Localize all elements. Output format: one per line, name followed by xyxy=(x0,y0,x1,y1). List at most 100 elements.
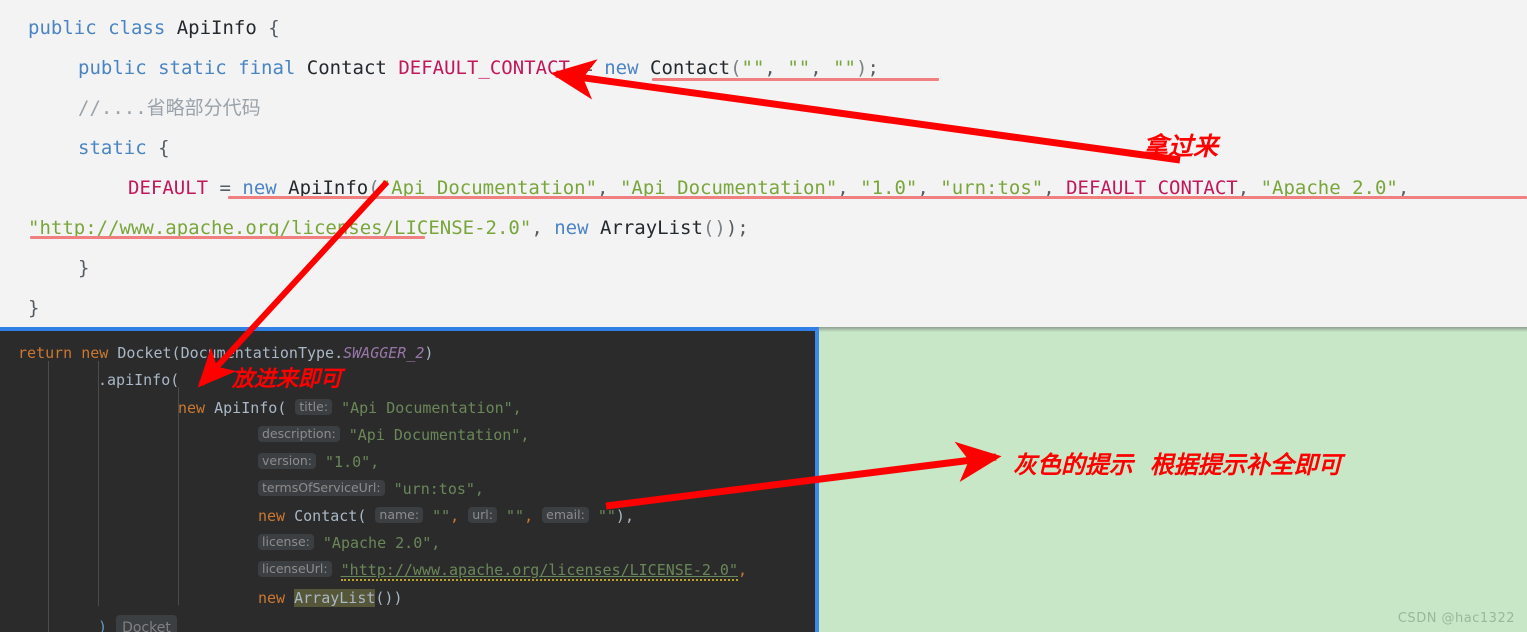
string-literal: "" xyxy=(787,57,811,79)
annotation-text-fangjinlai: 放进来即可 xyxy=(232,367,343,392)
comma: , xyxy=(810,57,834,79)
keyword-static: static xyxy=(78,137,159,159)
top-code-panel: public class ApiInfo { public static fin… xyxy=(0,0,1527,327)
type-contact: Contact xyxy=(306,57,399,79)
enum-swagger2: SWAGGER_2 xyxy=(343,344,425,362)
type-arraylist: ArrayList xyxy=(599,217,703,239)
string-literal: "" xyxy=(833,57,856,79)
code-line: //....省略部分代码 xyxy=(78,88,1527,128)
ide-line-version: version: "1.0", xyxy=(258,449,815,476)
keyword-new: new xyxy=(81,344,109,362)
paren-close-pair: ()) xyxy=(375,589,403,607)
enum-documentationtype: DocumentationType. xyxy=(180,344,344,362)
type-arraylist: ArrayList xyxy=(294,589,376,607)
ide-line-return: return new Docket(DocumentationType.SWAG… xyxy=(18,340,815,367)
param-hint-name: name: xyxy=(375,507,424,523)
string-empty-email: "" xyxy=(597,507,616,525)
semicolon: ; xyxy=(867,57,879,79)
underline-licenseurl xyxy=(30,236,425,239)
green-panel-top-shadow xyxy=(819,327,1527,332)
ide-editor-panel[interactable]: return new Docket(DocumentationType.SWAG… xyxy=(0,327,819,632)
keyword-public: public xyxy=(28,17,109,39)
paren-close: ) xyxy=(424,344,434,362)
param-hint-termsofserviceurl: termsOfServiceUrl: xyxy=(258,480,385,496)
param-hint-license: license: xyxy=(258,534,314,550)
ide-line-arraylist: new ArrayList()) xyxy=(258,585,815,612)
code-line: DEFAULT = new ApiInfo("Api Documentation… xyxy=(128,168,1527,208)
indent-guide xyxy=(98,361,99,606)
param-hint-licenseurl: licenseUrl: xyxy=(258,561,332,577)
string-literal: "" xyxy=(741,57,765,79)
return-type-tag-docket: Docket xyxy=(116,615,177,632)
code-line: public static final Contact DEFAULT_CONT… xyxy=(78,48,1527,88)
param-hint-version: version: xyxy=(258,453,316,469)
paren-open: ( xyxy=(171,344,181,362)
code-line: public class ApiInfo { xyxy=(28,8,1527,48)
keyword-new: new xyxy=(604,57,650,79)
brace: { xyxy=(158,137,170,159)
method-apiinfo: .apiInfo( xyxy=(98,371,180,389)
keyword-static: static xyxy=(158,57,239,79)
string-title: "Api Documentation", xyxy=(341,399,522,417)
brace-close: } xyxy=(28,297,40,319)
param-hint-description: description: xyxy=(258,426,340,442)
ide-line-apiinfo-call: .apiInfo( xyxy=(98,367,815,394)
comma: , xyxy=(531,217,555,239)
comment: //....省略部分代码 xyxy=(78,97,261,119)
keyword-class: class xyxy=(108,17,177,39)
const-default-contact: DEFAULT_CONTACT xyxy=(398,57,570,79)
ide-line-new-apiinfo: new ApiInfo( title: "Api Documentation", xyxy=(178,395,815,422)
param-hint-email: email: xyxy=(542,507,589,523)
keyword-new: new xyxy=(258,589,286,607)
string-empty-url: "" xyxy=(506,507,525,525)
keyword-new: new xyxy=(178,399,206,417)
ide-line-licenseurl: licenseUrl: "http://www.apache.org/licen… xyxy=(258,557,815,584)
code-line: } xyxy=(28,288,1527,327)
csdn-watermark: CSDN @hac1322 xyxy=(1397,611,1515,626)
ide-line-terms: termsOfServiceUrl: "urn:tos", xyxy=(258,476,815,503)
param-hint-title: title: xyxy=(295,399,333,415)
underline-contact-args xyxy=(652,78,939,81)
paren-close: ) xyxy=(855,57,868,79)
param-hint-url: url: xyxy=(468,507,497,523)
string-licenseurl: "http://www.apache.org/licenses/LICENSE-… xyxy=(340,561,738,581)
paren-open: ( xyxy=(730,57,742,79)
ide-line-contact: new Contact( name: "", url: "", email: "… xyxy=(258,503,815,530)
type-contact-ctor: Contact xyxy=(650,57,731,79)
paren-pair: () xyxy=(702,217,726,239)
class-name: ApiInfo xyxy=(176,17,257,39)
const-default: DEFAULT xyxy=(128,177,209,199)
type-apiinfo: ApiInfo( xyxy=(214,399,287,417)
underline-apiinfo-args xyxy=(228,196,1527,199)
indent-guide xyxy=(48,361,49,632)
code-line: "http://www.apache.org/licenses/LICENSE-… xyxy=(28,208,1527,248)
string-version: "1.0", xyxy=(325,453,380,471)
paren-close: ) xyxy=(98,618,108,632)
keyword-new: new xyxy=(258,507,286,525)
keyword-final: final xyxy=(238,57,307,79)
string-terms: "urn:tos", xyxy=(393,480,484,498)
ide-line-description: description: "Api Documentation", xyxy=(258,422,815,449)
code-line: static { xyxy=(78,128,1527,168)
ide-line-license: license: "Apache 2.0", xyxy=(258,530,815,557)
string-empty-name: "" xyxy=(432,507,451,525)
brace: { xyxy=(256,17,280,39)
keyword-new: new xyxy=(554,217,600,239)
paren-close-comma: ), xyxy=(615,507,634,525)
keyword-return: return xyxy=(18,344,73,362)
equals: = xyxy=(569,57,605,79)
type-contact: Contact( xyxy=(294,507,367,525)
paren-semicolon: ); xyxy=(725,217,749,239)
annotation-text-nagualai: 拿过来 xyxy=(1143,132,1219,161)
brace-close: } xyxy=(78,257,90,279)
string-license: "Apache 2.0", xyxy=(322,534,441,552)
comma: , xyxy=(764,57,788,79)
string-description: "Api Documentation", xyxy=(348,426,530,444)
comma: , xyxy=(450,507,460,525)
comma: , xyxy=(524,507,534,525)
code-line: } xyxy=(78,248,1527,288)
keyword-public: public xyxy=(78,57,159,79)
type-docket: Docket xyxy=(117,344,172,362)
ide-line-docket-close: ) Docket xyxy=(98,614,815,632)
comma: , xyxy=(738,561,748,579)
